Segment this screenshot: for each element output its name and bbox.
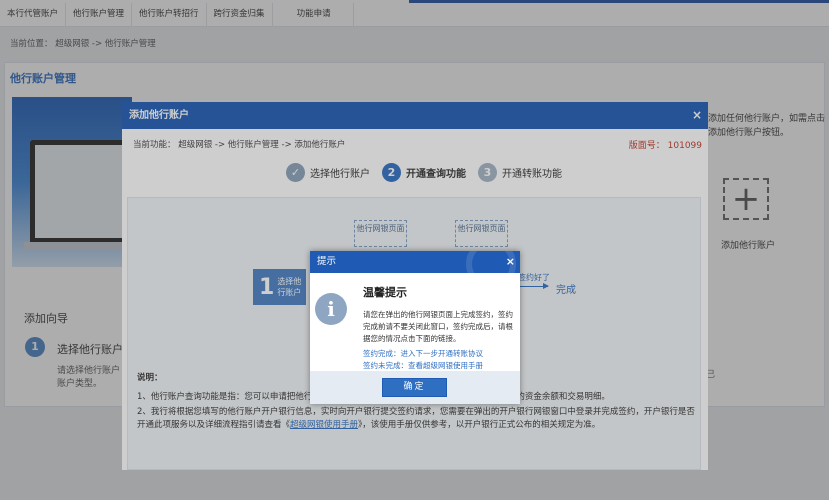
alert-footer: 确定: [310, 371, 520, 404]
alert-title: 提示: [317, 256, 337, 267]
link-sign-complete[interactable]: 签约完成：进入下一步开通转账协议: [363, 348, 483, 359]
ok-button[interactable]: 确定: [382, 378, 447, 397]
alert-dialog: 提示 × i 温馨提示 请您在弹出的他行网银页面上完成签约，签约完成前请不要关闭…: [310, 251, 520, 404]
alert-message: 请您在弹出的他行网银页面上完成签约，签约完成前请不要关闭此窗口，签约完成后，请根…: [363, 310, 513, 343]
alert-close-icon[interactable]: ×: [506, 251, 515, 273]
alert-heading: 温馨提示: [363, 286, 407, 299]
link-sign-incomplete[interactable]: 签约未完成：查看超级网银使用手册: [363, 360, 483, 371]
info-icon: i: [315, 293, 347, 325]
alert-header: 提示 ×: [310, 251, 520, 273]
